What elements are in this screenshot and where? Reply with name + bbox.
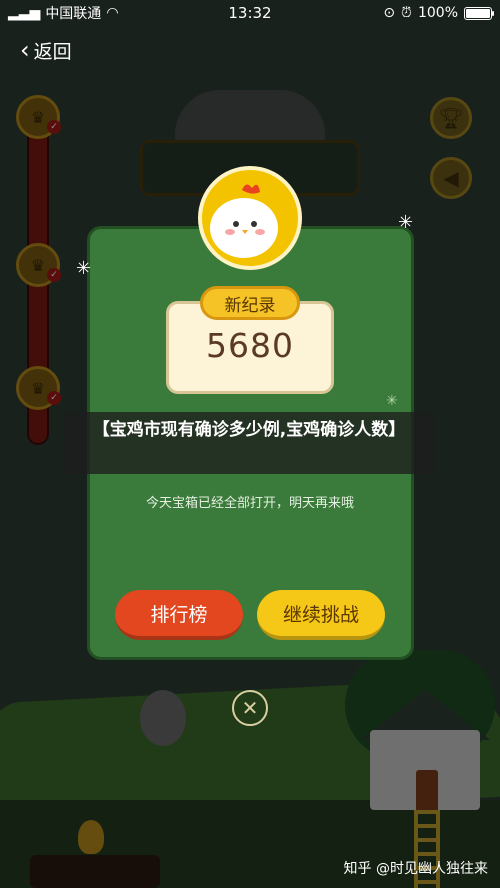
leaderboard-button[interactable]: 排行榜 <box>115 590 243 640</box>
new-record-badge: 新纪录 <box>200 286 300 320</box>
chick-avatar <box>198 166 302 270</box>
chevron-left-icon: ‹ <box>20 36 30 64</box>
close-button[interactable]: ✕ <box>232 690 268 726</box>
back-button[interactable]: ‹ 返回 <box>20 36 72 64</box>
orientation-lock-icon: ⊙ <box>383 5 396 21</box>
sparkle-icon: ✳ <box>76 258 92 279</box>
carrier-name: 中国联通 <box>45 6 102 22</box>
status-bar: ▂▃▅ 中国联通 ◠ 13:32 ⊙ ⏰︎ 100% <box>0 0 500 26</box>
battery-icon <box>464 6 494 20</box>
alarm-icon: ⏰︎ <box>401 5 412 21</box>
close-icon: ✕ <box>241 696 259 720</box>
battery-percent: 100% <box>417 5 458 21</box>
continue-button[interactable]: 继续挑战 <box>257 590 385 640</box>
chick-face-icon <box>210 184 278 258</box>
wifi-icon: ◠ <box>106 5 119 21</box>
info-message: 今天宝箱已经全部打开，明天再来哦 <box>145 496 354 511</box>
signal-icon: ▂▃▅ <box>8 5 41 21</box>
watermark: 知乎 @时见幽人独往来 <box>343 861 488 877</box>
record-score: 5680 <box>206 326 294 365</box>
sparkle-icon: ✳ <box>398 212 414 233</box>
back-label: 返回 <box>33 40 72 63</box>
sparkle-icon: ✳ <box>386 393 398 409</box>
headline-overlay: 【宝鸡市现有确诊多少例,宝鸡确诊人数】 <box>64 412 434 474</box>
